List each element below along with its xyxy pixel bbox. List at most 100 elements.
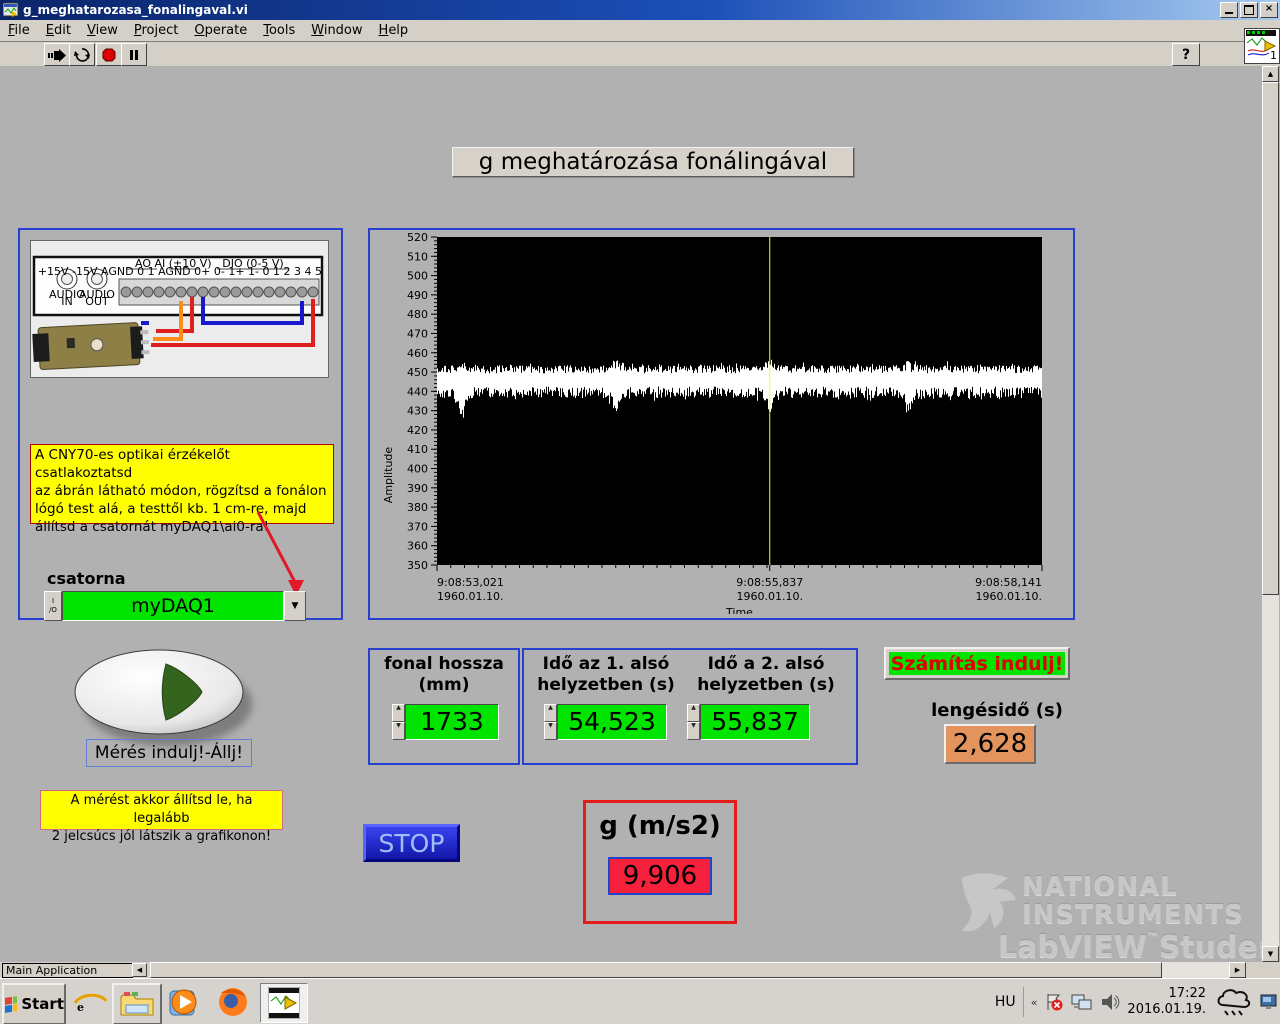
taskbar-firefox-icon[interactable] xyxy=(212,983,254,1021)
horizontal-scrollbar-thumb[interactable] xyxy=(150,962,1162,978)
svg-text:1960.01.10.: 1960.01.10. xyxy=(437,590,503,603)
waveform-chart[interactable]: 5205105004904804704604504404304204104003… xyxy=(368,228,1075,620)
abort-button[interactable] xyxy=(96,43,122,66)
g-value: 9,906 xyxy=(608,857,712,895)
svg-text:420: 420 xyxy=(407,424,428,437)
scroll-right-icon[interactable]: ▶ xyxy=(1229,962,1246,978)
fonal-value[interactable]: 1733 xyxy=(405,704,499,740)
ido1-spinner[interactable]: ▲▼ xyxy=(544,704,557,740)
ido1-label: Idő az 1. alsó helyzetben (s) xyxy=(526,654,686,696)
menu-tools[interactable]: Tools xyxy=(255,21,303,40)
start-button[interactable]: Start xyxy=(2,983,66,1024)
szamitas-button-label: Számítás indulj! xyxy=(889,652,1065,675)
status-bar: Main Application Instance ◀ ▶ xyxy=(0,962,1280,978)
pointer-arrow xyxy=(230,510,310,600)
svg-text:480: 480 xyxy=(407,308,428,321)
vertical-scrollbar-thumb[interactable] xyxy=(1262,82,1279,595)
security-alert-icon[interactable] xyxy=(1044,992,1064,1012)
svg-text:510: 510 xyxy=(407,250,428,263)
svg-text:370: 370 xyxy=(407,520,428,533)
svg-text:380: 380 xyxy=(407,501,428,514)
display-settings-icon[interactable] xyxy=(1260,993,1278,1011)
menu-project[interactable]: Project xyxy=(126,21,187,40)
clock[interactable]: 17:22 2016.01.19. xyxy=(1127,986,1206,1018)
minimize-button[interactable] xyxy=(1220,2,1238,18)
svg-text:Time: Time xyxy=(725,606,753,614)
context-help-button[interactable]: ? xyxy=(1172,43,1200,66)
taskbar-labview-icon[interactable] xyxy=(260,983,308,1023)
svg-text:390: 390 xyxy=(407,482,428,495)
svg-text:e: e xyxy=(77,1001,84,1014)
svg-text:OUT: OUT xyxy=(85,295,109,308)
taskbar: Start e HU « 17:22 2016.01.19. xyxy=(0,978,1280,1024)
svg-text:520: 520 xyxy=(407,231,428,244)
fonal-label: fonal hossza (mm) xyxy=(370,654,518,696)
windows-logo-icon xyxy=(4,995,17,1013)
menu-edit[interactable]: Edit xyxy=(38,21,79,40)
svg-text:9:08:58,141: 9:08:58,141 xyxy=(975,576,1042,589)
labview-app-icon xyxy=(3,2,19,18)
measure-toggle-button[interactable] xyxy=(62,636,262,756)
close-button[interactable]: × xyxy=(1260,2,1278,18)
menu-window[interactable]: Window xyxy=(303,21,370,40)
szamitas-button[interactable]: Számítás indulj! xyxy=(884,647,1070,680)
stop-button[interactable]: STOP xyxy=(363,824,460,862)
svg-text:430: 430 xyxy=(407,405,428,418)
start-label: Start xyxy=(21,995,64,1013)
ido2-label: Idő a 2. alsó helyzetben (s) xyxy=(686,654,846,696)
app-instance-selector[interactable]: Main Application Instance xyxy=(2,963,133,978)
channel-selector[interactable]: I/O myDAQ1 ▼ xyxy=(44,591,306,621)
network-icon[interactable] xyxy=(1071,992,1093,1012)
menu-view[interactable]: View xyxy=(79,21,126,40)
menu-bar: File Edit View Project Operate Tools Win… xyxy=(0,20,1280,42)
instance-arrow-icon[interactable]: ◀ xyxy=(132,963,147,977)
io-glyph: I/O xyxy=(44,591,62,621)
dropdown-arrow-icon[interactable]: ▼ xyxy=(284,591,306,621)
svg-text:440: 440 xyxy=(407,385,428,398)
run-button[interactable] xyxy=(44,43,70,66)
svg-text:1960.01.10.: 1960.01.10. xyxy=(737,590,803,603)
vi-icon[interactable]: 1 xyxy=(1244,28,1280,64)
ni-eagle-logo xyxy=(958,872,1018,938)
lengesido-label: lengésidő (s) xyxy=(914,700,1080,721)
volume-icon[interactable] xyxy=(1100,992,1120,1012)
taskbar-ie-icon[interactable]: e xyxy=(70,983,110,1021)
scroll-up-icon[interactable]: ▲ xyxy=(1262,66,1279,82)
run-continuously-button[interactable] xyxy=(69,43,95,66)
scroll-down-icon[interactable]: ▼ xyxy=(1262,946,1279,962)
ido2-value[interactable]: 55,837 xyxy=(700,704,810,740)
ido1-value[interactable]: 54,523 xyxy=(557,704,667,740)
vertical-scrollbar[interactable]: ▲ ▼ xyxy=(1262,66,1279,962)
system-tray: HU « 17:22 2016.01.19. xyxy=(995,979,1278,1024)
weather-icon[interactable] xyxy=(1213,985,1253,1019)
menu-file[interactable]: File xyxy=(0,21,38,40)
taskbar-mediaplayer-icon[interactable] xyxy=(163,983,205,1021)
language-indicator[interactable]: HU xyxy=(995,994,1016,1010)
tray-chevron-icon[interactable]: « xyxy=(1031,996,1038,1009)
toolbar: ? xyxy=(0,42,1280,67)
window-titlebar: g_meghatarozasa_fonalingaval.vi × xyxy=(0,0,1280,20)
svg-text:360: 360 xyxy=(407,540,428,553)
channel-value[interactable]: myDAQ1 xyxy=(62,591,284,621)
taskbar-explorer-icon[interactable] xyxy=(112,983,162,1024)
g-label: g (m/s2) xyxy=(586,811,734,841)
svg-text:9:08:55,837: 9:08:55,837 xyxy=(736,576,803,589)
tray-date: 2016.01.19. xyxy=(1127,1002,1206,1017)
restore-button[interactable] xyxy=(1240,2,1258,18)
horizontal-scrollbar[interactable]: ▶ xyxy=(150,962,1246,978)
menu-help[interactable]: Help xyxy=(371,21,417,40)
watermark-line1: NATIONAL xyxy=(1022,872,1178,902)
window-title: g_meghatarozasa_fonalingaval.vi xyxy=(23,3,248,17)
channel-label: csatorna xyxy=(47,569,126,588)
ido2-spinner[interactable]: ▲▼ xyxy=(687,704,700,740)
lengesido-value: 2,628 xyxy=(944,724,1036,764)
menu-operate[interactable]: Operate xyxy=(186,21,255,40)
screen: g_meghatarozasa_fonalingaval.vi × File E… xyxy=(0,0,1280,1024)
setup-group-box: AUDIOIN AUDIOOUT AO AI (±10 V) DIO (0-5 … xyxy=(18,228,343,620)
svg-text:+15V -15V AGND 0 1 AGND 0+ 0-: +15V -15V AGND 0 1 AGND 0+ 0- 1+ 1- 0 1 … xyxy=(38,265,326,278)
pause-button[interactable] xyxy=(121,43,147,66)
fonal-spinner[interactable]: ▲▼ xyxy=(392,704,405,740)
svg-text:9:08:53,021: 9:08:53,021 xyxy=(437,576,504,589)
front-panel: g meghatározása fonálingával AUDIOIN AUD… xyxy=(0,66,1262,962)
svg-text:400: 400 xyxy=(407,463,428,476)
